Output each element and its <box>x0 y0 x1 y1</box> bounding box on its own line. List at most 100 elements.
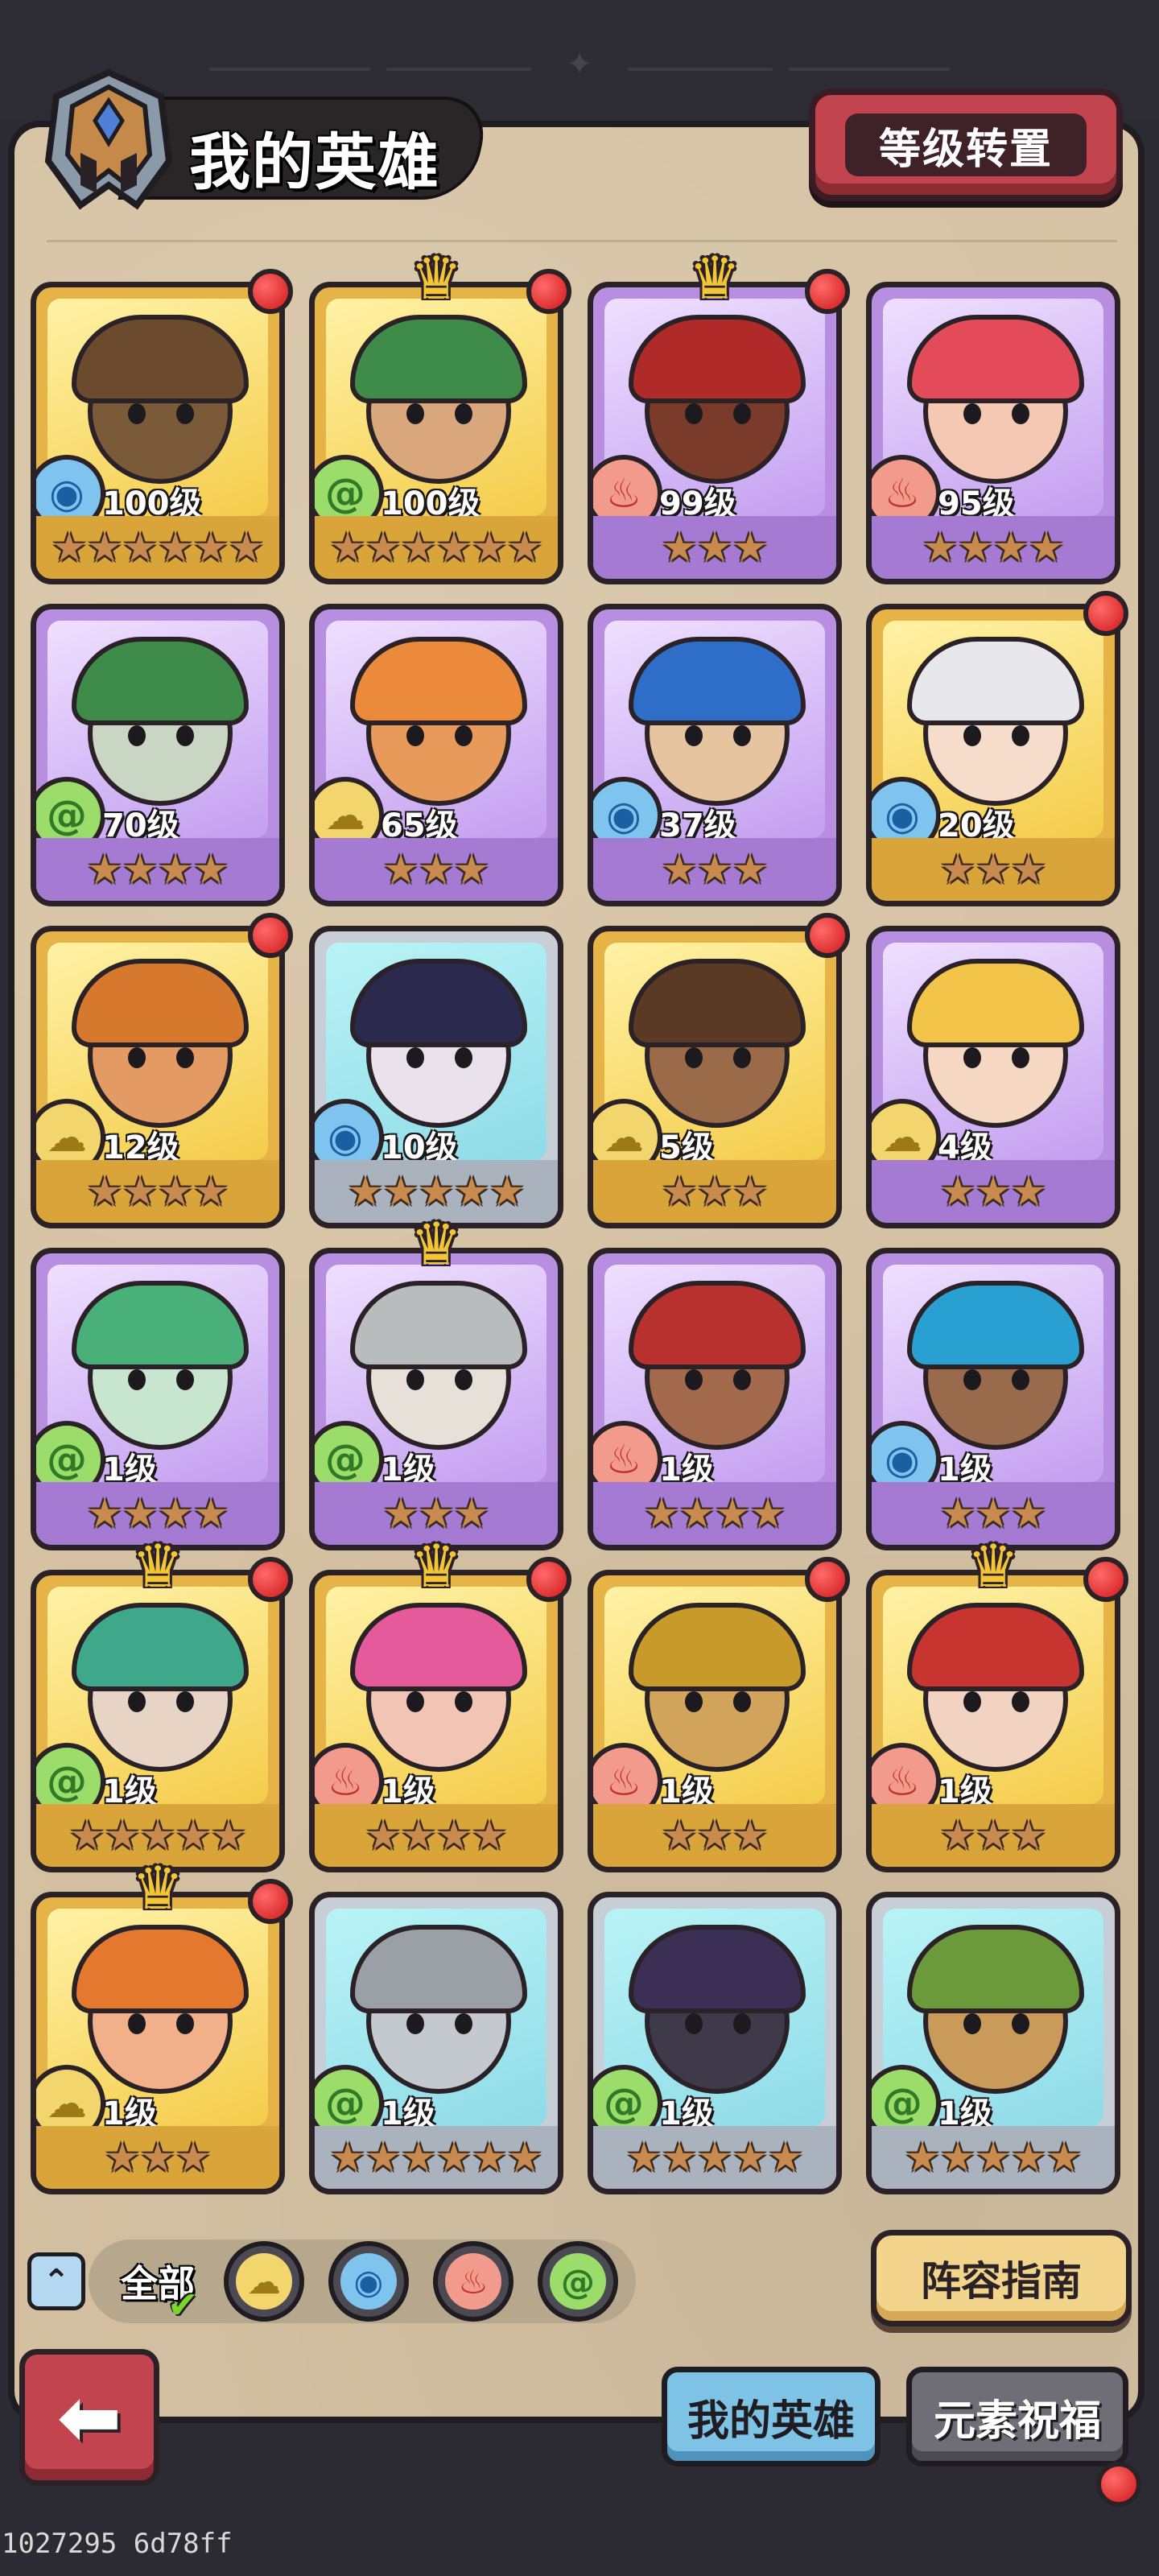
crown-icon: ♛ <box>410 1532 463 1600</box>
star-icon: ★ <box>329 2134 366 2181</box>
hero-card[interactable]: ☁ 12级 ★ ★ ★ ★ <box>31 926 285 1228</box>
back-button[interactable]: ⬅ <box>19 2349 159 2486</box>
decor-dash <box>628 68 773 71</box>
page-header: 我的英雄 <box>16 64 493 217</box>
star-icon: ★ <box>157 1168 194 1215</box>
hero-eye <box>406 1047 424 1068</box>
hero-card[interactable]: ♨ 95级 ★ ★ ★ ★ <box>866 282 1120 584</box>
star-icon: ★ <box>471 2134 508 2181</box>
hero-card[interactable]: ☁ 4级 ★ ★ ★ <box>866 926 1120 1228</box>
star-icon: ★ <box>157 1490 194 1537</box>
hero-eye <box>963 725 981 746</box>
hero-hair <box>907 1925 1084 2013</box>
hero-card[interactable]: ◉ 20级 ★ ★ ★ <box>866 604 1120 906</box>
star-icon: ★ <box>122 846 159 893</box>
star-icon: ★ <box>1010 846 1047 893</box>
page-title: 我的英雄 <box>189 126 440 198</box>
lineup-guide-button[interactable]: 阵容指南 <box>871 2230 1132 2326</box>
hero-stars: ★ ★ ★ <box>593 1160 836 1223</box>
hero-eye <box>455 403 472 424</box>
hero-card[interactable]: ♨ 1级 ★ ★ ★ ★ <box>309 1570 563 1872</box>
hero-card[interactable]: @1级 ★ ★ ★ ★ <box>31 1248 285 1550</box>
hero-eye <box>176 403 194 424</box>
hero-hair <box>907 637 1084 725</box>
hero-hair <box>629 1281 806 1369</box>
star-icon: ★ <box>939 2134 976 2181</box>
notification-dot <box>248 1879 293 1924</box>
hero-eye <box>406 1369 424 1390</box>
star-icon: ★ <box>68 1812 105 1859</box>
hero-stars: ★ ★ ★ ★ ★ <box>872 2126 1115 2189</box>
hero-card[interactable]: @1级 ★ ★ ★ <box>309 1248 563 1550</box>
hero-eye <box>176 2013 194 2034</box>
star-icon: ★ <box>489 1168 526 1215</box>
notification-dot <box>526 1557 571 1602</box>
hero-stars: ★ ★ ★ ★ ★ ★ <box>315 2126 558 2189</box>
fire-icon: ♨ <box>445 2253 501 2310</box>
hero-card[interactable]: @1级 ★ ★ ★ ★ ★ <box>31 1570 285 1872</box>
crown-icon: ♛ <box>410 244 463 312</box>
hero-eye <box>406 725 424 746</box>
star-icon: ★ <box>400 2134 437 2181</box>
filter-wind-button[interactable]: @ <box>538 2241 618 2322</box>
star-icon: ★ <box>732 1168 769 1215</box>
hero-card[interactable]: ◉ 1级 ★ ★ ★ <box>866 1248 1120 1550</box>
hero-card[interactable]: ◉ 100级 ★ ★ ★ ★ ★ ★ <box>31 282 285 584</box>
hero-stars: ★ ★ ★ <box>593 838 836 901</box>
hero-hair <box>72 959 249 1047</box>
hero-card[interactable]: @1级 ★ ★ ★ ★ ★ ★ <box>309 1892 563 2194</box>
star-icon: ★ <box>1010 1812 1047 1859</box>
filter-fire-button[interactable]: ♨ <box>433 2241 514 2322</box>
filter-earth-button[interactable]: ☁ <box>224 2241 304 2322</box>
notification-dot <box>248 1557 293 1602</box>
tab-my-heroes[interactable]: 我的英雄 <box>662 2367 881 2467</box>
star-icon: ★ <box>157 524 194 571</box>
notification-dot <box>805 1557 850 1602</box>
hero-card[interactable]: @1级 ★ ★ ★ ★ ★ <box>588 1892 842 2194</box>
star-icon: ★ <box>696 2134 733 2181</box>
hero-card[interactable]: ◉ 37级 ★ ★ ★ <box>588 604 842 906</box>
hero-card[interactable]: ☁ 1级 ★ ★ ★ <box>31 1892 285 2194</box>
star-icon: ★ <box>175 2134 212 2181</box>
star-icon: ★ <box>975 846 1012 893</box>
notification-dot <box>1083 1557 1128 1602</box>
star-icon: ★ <box>157 846 194 893</box>
hero-eye <box>963 1691 981 1712</box>
filter-water-button[interactable]: ◉ <box>328 2241 409 2322</box>
hero-card[interactable]: ♨ 1级 ★ ★ ★ <box>588 1570 842 1872</box>
hero-hair <box>72 637 249 725</box>
hero-eye <box>128 1369 146 1390</box>
star-icon: ★ <box>122 1490 159 1537</box>
star-icon: ★ <box>1046 2134 1083 2181</box>
star-icon: ★ <box>453 1490 490 1537</box>
hero-card[interactable]: @100级 ★ ★ ★ ★ ★ ★ <box>309 282 563 584</box>
hero-hair <box>350 637 527 725</box>
hero-stars: ★ ★ ★ ★ <box>36 1160 279 1223</box>
collapse-toggle-button[interactable]: ⌃ <box>27 2252 85 2310</box>
tab-element-blessing[interactable]: 元素祝福 <box>906 2367 1128 2467</box>
star-icon: ★ <box>975 1168 1012 1215</box>
hero-hair <box>350 959 527 1047</box>
hero-eye <box>128 403 146 424</box>
hero-card[interactable]: @70级 ★ ★ ★ ★ <box>31 604 285 906</box>
star-icon: ★ <box>400 524 437 571</box>
hero-hair <box>350 315 527 403</box>
hero-card[interactable]: ☁ 65级 ★ ★ ★ <box>309 604 563 906</box>
hero-eye <box>128 2013 146 2034</box>
star-icon: ★ <box>86 1490 123 1537</box>
level-transfer-button[interactable]: 等级转置 <box>809 89 1123 201</box>
star-icon: ★ <box>382 1490 419 1537</box>
hero-card[interactable]: ♨ 1级 ★ ★ ★ ★ <box>588 1248 842 1550</box>
hero-hair <box>907 1281 1084 1369</box>
hero-card[interactable]: @1级 ★ ★ ★ ★ ★ <box>866 1892 1120 2194</box>
hero-eye <box>176 1047 194 1068</box>
hero-hair <box>629 637 806 725</box>
wind-swirl-icon: @ <box>550 2253 606 2310</box>
hero-card[interactable]: ♨ 1级 ★ ★ ★ <box>866 1570 1120 1872</box>
hero-card[interactable]: ◉ 10级 ★ ★ ★ ★ ★ <box>309 926 563 1228</box>
crown-icon: ♛ <box>967 1532 1020 1600</box>
hero-card[interactable]: ♨ 99级 ★ ★ ★ <box>588 282 842 584</box>
hero-hair <box>907 959 1084 1047</box>
notification-dot <box>248 269 293 314</box>
hero-card[interactable]: ☁ 5级 ★ ★ ★ <box>588 926 842 1228</box>
